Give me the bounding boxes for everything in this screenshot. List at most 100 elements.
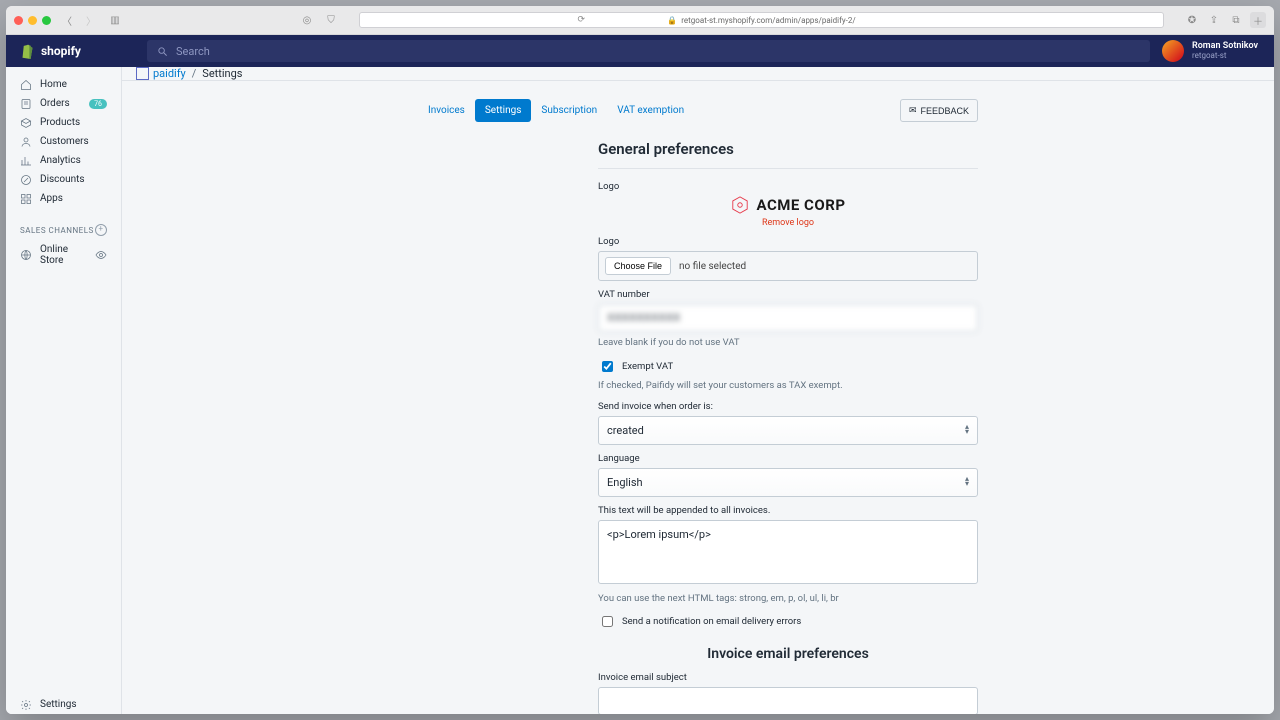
topbar: shopify Search Roman Sotnikov retgoat-st	[6, 35, 1274, 67]
sidebar-item-label: Analytics	[40, 155, 81, 166]
forward-button[interactable]: 〉	[83, 12, 99, 28]
browser-chrome: 〈 〉 ▥ ◎ ⛉ 🔒 retgoat-st.myshopify.com/adm…	[6, 6, 1274, 35]
sidebar-item-label: Settings	[40, 699, 77, 710]
address-bar[interactable]: 🔒 retgoat-st.myshopify.com/admin/apps/pa…	[359, 12, 1164, 28]
sidebar-item-apps[interactable]: Apps	[6, 189, 121, 208]
discounts-icon	[20, 174, 32, 186]
breadcrumb-current: Settings	[202, 67, 242, 80]
tab-vat-exemption[interactable]: VAT exemption	[607, 99, 694, 122]
choose-file-button[interactable]: Choose File	[605, 257, 671, 275]
brand-name: shopify	[41, 44, 81, 58]
eye-icon[interactable]	[95, 249, 107, 261]
reader-icon[interactable]: ◎	[299, 12, 315, 28]
search-icon	[157, 46, 168, 57]
extension-icon[interactable]: ✪	[1184, 12, 1200, 28]
breadcrumb-app-link[interactable]: paidify	[136, 67, 186, 80]
remove-logo-link[interactable]: Remove logo	[598, 218, 978, 228]
send-invoice-select[interactable]: created ▴▾	[598, 416, 978, 445]
zoom-window[interactable]	[42, 16, 51, 25]
avatar	[1162, 40, 1184, 62]
sidebar-item-products[interactable]: Products	[6, 113, 121, 132]
minimize-window[interactable]	[28, 16, 37, 25]
gear-icon	[20, 699, 32, 711]
current-logo: ACME CORP	[598, 196, 978, 214]
email-subject-input[interactable]	[598, 687, 978, 714]
analytics-icon	[20, 155, 32, 167]
sidebar: Home Orders 76 Products Customers	[6, 67, 122, 714]
store-icon	[20, 249, 32, 261]
notify-errors-checkbox[interactable]: Send a notification on email delivery er…	[598, 613, 978, 630]
shopify-logo-icon	[20, 44, 35, 59]
sidebar-item-customers[interactable]: Customers	[6, 132, 121, 151]
sidebar-item-label: Discounts	[40, 174, 85, 185]
shield-icon[interactable]: ⛉	[323, 12, 339, 28]
tab-invoices[interactable]: Invoices	[418, 99, 475, 122]
user-menu[interactable]: Roman Sotnikov retgoat-st	[1162, 40, 1274, 62]
customers-icon	[20, 136, 32, 148]
user-shop: retgoat-st	[1192, 52, 1258, 60]
refresh-icon[interactable]: ⟳	[577, 15, 585, 25]
tab-subscription[interactable]: Subscription	[531, 99, 607, 122]
language-label: Language	[598, 453, 978, 464]
sidebar-item-label: Products	[40, 117, 80, 128]
back-button[interactable]: 〈	[59, 12, 75, 28]
sidebar-item-label: Online Store	[40, 244, 87, 266]
send-invoice-label: Send invoice when order is:	[598, 401, 978, 412]
sidebar-item-home[interactable]: Home	[6, 75, 121, 94]
sidebar-item-online-store[interactable]: Online Store	[6, 240, 121, 269]
tabs-icon[interactable]: ⧉	[1228, 12, 1244, 28]
apps-icon	[20, 193, 32, 205]
lock-icon: 🔒	[667, 16, 677, 25]
app-icon	[136, 67, 149, 80]
new-tab-icon[interactable]: ＋	[1250, 12, 1266, 28]
orders-badge: 76	[89, 99, 107, 109]
sidebar-item-orders[interactable]: Orders 76	[6, 94, 121, 113]
logo-file-input[interactable]: Choose File no file selected	[598, 251, 978, 281]
mail-icon: ✉	[909, 105, 917, 116]
exempt-vat-checkbox[interactable]: Exempt VAT	[598, 358, 978, 375]
logo-label: Logo	[598, 181, 978, 192]
exempt-vat-input[interactable]	[602, 361, 613, 372]
section-heading-email: Invoice email preferences	[598, 646, 978, 662]
vat-hint: Leave blank if you do not use VAT	[598, 337, 978, 350]
sidebar-item-discounts[interactable]: Discounts	[6, 170, 121, 189]
sidebar-section-channels: SALES CHANNELS +	[6, 208, 121, 240]
chevron-updown-icon: ▴▾	[965, 425, 969, 435]
vat-number-input[interactable]	[598, 304, 978, 332]
divider	[598, 168, 978, 169]
vat-number-label: VAT number	[598, 289, 978, 300]
chevron-updown-icon: ▴▾	[965, 477, 969, 487]
feedback-button[interactable]: ✉ FEEDBACK	[900, 99, 978, 122]
append-text-label: This text will be appended to all invoic…	[598, 505, 978, 516]
notify-errors-input[interactable]	[602, 616, 613, 627]
url-text: retgoat-st.myshopify.com/admin/apps/paid…	[681, 16, 855, 25]
email-subject-label: Invoice email subject	[598, 672, 978, 683]
sidebar-toggle-icon[interactable]: ▥	[107, 12, 123, 28]
sidebar-item-label: Orders	[40, 98, 70, 109]
file-status: no file selected	[679, 261, 746, 272]
search-input[interactable]: Search	[147, 40, 1150, 62]
sidebar-item-settings[interactable]: Settings	[6, 695, 121, 714]
sidebar-item-analytics[interactable]: Analytics	[6, 151, 121, 170]
close-window[interactable]	[14, 16, 23, 25]
sidebar-item-label: Apps	[40, 193, 63, 204]
company-logo-icon	[731, 196, 749, 214]
window-controls	[14, 16, 51, 25]
exempt-hint: If checked, Paifidy will set your custom…	[598, 380, 978, 393]
orders-icon	[20, 98, 32, 110]
sidebar-item-label: Customers	[40, 136, 89, 147]
company-logo-text: ACME CORP	[757, 196, 846, 214]
products-icon	[20, 117, 32, 129]
add-channel-button[interactable]: +	[95, 224, 107, 236]
tab-settings[interactable]: Settings	[475, 99, 532, 122]
append-text-input[interactable]	[598, 520, 978, 584]
app-tabs: Invoices Settings Subscription VAT exemp…	[418, 99, 694, 122]
logo-upload-label: Logo	[598, 236, 978, 247]
sidebar-item-label: Home	[40, 79, 67, 90]
share-icon[interactable]: ⇪	[1206, 12, 1222, 28]
search-placeholder: Search	[176, 45, 210, 58]
home-icon	[20, 79, 32, 91]
main-panel: paidify / Settings Invoices Settings Sub…	[122, 67, 1274, 714]
language-select[interactable]: English ▴▾	[598, 468, 978, 497]
brand[interactable]: shopify	[6, 44, 135, 59]
